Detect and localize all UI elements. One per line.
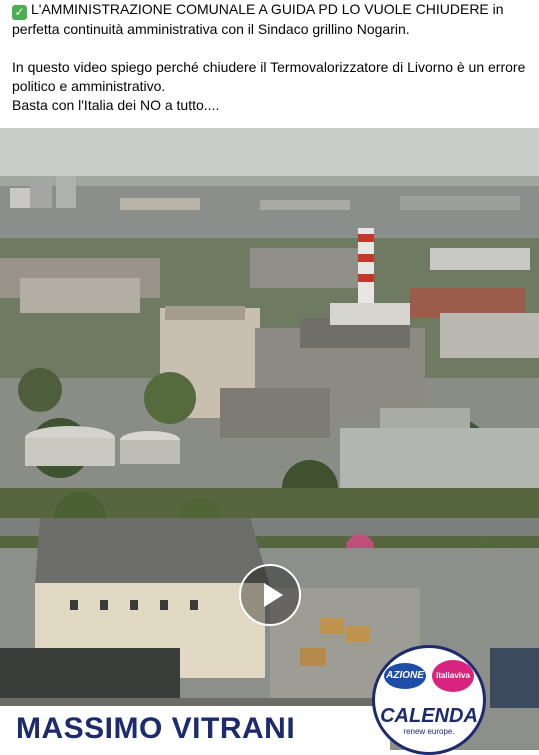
party-logo: [372, 645, 486, 755]
renew-europe-label: renew europe.: [403, 727, 455, 736]
check-mark-icon: ✓: [12, 5, 27, 20]
play-icon: [264, 583, 283, 607]
post-paragraph-3: Basta con l'Italia dei NO a tutto....: [12, 97, 220, 113]
post-paragraph-2: In questo video spiego perché chiudere i…: [12, 59, 526, 94]
post-line-1: L'AMMINISTRAZIONE COMUNALE A GUIDA PD LO…: [12, 1, 504, 37]
post-paragraph-1: ✓ L'AMMINISTRAZIONE COMUNALE A GUIDA PD L…: [12, 0, 532, 39]
candidate-name: MASSIMO VITRANI: [16, 712, 296, 745]
italiaviva-logo: italiaviva: [432, 660, 474, 692]
azione-logo: AZIONE: [384, 663, 426, 689]
calenda-label: CALENDA: [380, 705, 478, 727]
play-button[interactable]: [239, 564, 301, 626]
post-text: ✓ L'AMMINISTRAZIONE COMUNALE A GUIDA PD L…: [12, 0, 532, 115]
